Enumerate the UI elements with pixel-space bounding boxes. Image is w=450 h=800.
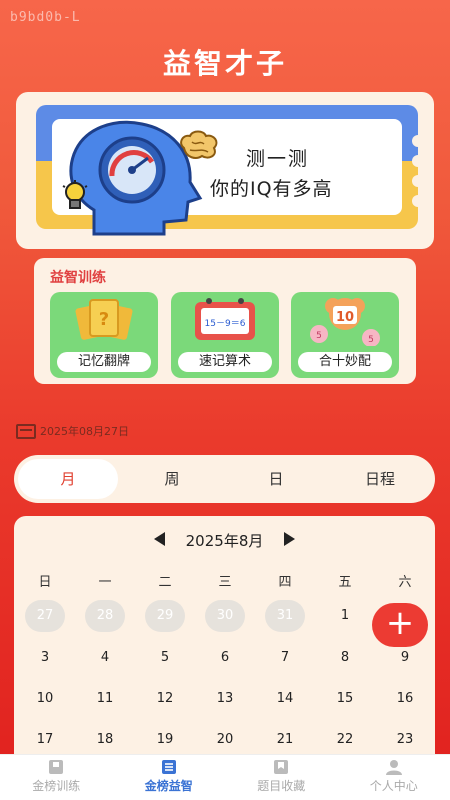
nav-item-favorites[interactable]: 题目收藏 bbox=[225, 755, 338, 800]
calendar-day-prev-month[interactable]: 29 bbox=[145, 600, 185, 632]
calendar-day[interactable]: 15 bbox=[326, 683, 364, 715]
cards-icon: ? bbox=[50, 296, 158, 346]
tab-week[interactable]: 周 bbox=[122, 459, 222, 499]
iq-test-card[interactable]: 测一测 你的IQ有多高 bbox=[16, 92, 434, 249]
game-memory-flip[interactable]: ? 记忆翻牌 bbox=[50, 292, 158, 378]
sum-part-b: 5 bbox=[368, 335, 374, 345]
weekday-label: 五 bbox=[338, 575, 352, 590]
tab-day[interactable]: 日 bbox=[226, 459, 326, 499]
today-date-row: 2025年08月27日 bbox=[16, 423, 129, 439]
calendar-day[interactable]: 16 bbox=[386, 683, 424, 715]
game-sum-ten[interactable]: 10 5 5 合十妙配 bbox=[291, 292, 399, 378]
weekday-header: 日 一 二 三 四 五 六 bbox=[14, 571, 435, 591]
sum-ten-number: 10 bbox=[336, 310, 354, 325]
calendar-day-prev-month[interactable]: 30 bbox=[205, 600, 245, 632]
sum-part-a: 5 bbox=[316, 331, 322, 341]
iq-subtitle: 你的IQ有多高 bbox=[210, 178, 333, 200]
nav-label: 题目收藏 bbox=[257, 779, 306, 793]
calendar-day[interactable]: 21 bbox=[266, 724, 304, 756]
game-label: 记忆翻牌 bbox=[57, 352, 151, 372]
calendar-day[interactable]: 5 bbox=[146, 642, 184, 674]
calendar-view-tabs: 月 周 日 日程 bbox=[14, 455, 435, 503]
weekday-label: 六 bbox=[398, 575, 412, 590]
watermark-text: b9bd0b-L bbox=[10, 10, 81, 25]
calendar-day[interactable]: 14 bbox=[266, 683, 304, 715]
app-title: 益智才子 bbox=[162, 47, 287, 80]
calendar-day[interactable]: 8 bbox=[326, 642, 364, 674]
nav-item-gold-training[interactable]: 金榜训练 bbox=[0, 755, 113, 800]
bookmark-icon bbox=[274, 760, 289, 774]
calendar-day[interactable]: 20 bbox=[206, 724, 244, 756]
lightbulb-icon bbox=[62, 180, 88, 209]
game-label: 合十妙配 bbox=[298, 352, 392, 372]
calendar-day[interactable]: 19 bbox=[146, 724, 184, 756]
calendar-day[interactable]: 22 bbox=[326, 724, 364, 756]
month-label: 2025年8月 bbox=[185, 532, 264, 550]
calendar-day[interactable]: 1 bbox=[326, 600, 364, 632]
calendar-day-prev-month[interactable]: 28 bbox=[85, 600, 125, 632]
ticket-notch bbox=[412, 195, 418, 207]
nav-item-gold-puzzle[interactable]: 金榜益智 bbox=[113, 755, 226, 800]
weekday-label: 日 bbox=[38, 575, 52, 590]
calendar-day[interactable]: 12 bbox=[146, 683, 184, 715]
add-event-button[interactable]: + bbox=[372, 603, 428, 647]
weekday-label: 三 bbox=[218, 575, 232, 590]
training-card: 益智训练 ? 记忆翻牌 15－9＝6 速记算术 10 5 5 合十妙配 bbox=[34, 258, 416, 384]
calculator-board-icon: 15－9＝6 bbox=[171, 296, 279, 348]
cards-question-mark: ? bbox=[99, 309, 109, 330]
user-icon bbox=[385, 760, 402, 775]
iq-title: 测一测 bbox=[246, 148, 310, 170]
nav-label: 个人中心 bbox=[369, 779, 418, 793]
nav-label: 金榜益智 bbox=[144, 779, 193, 793]
weekday-label: 二 bbox=[158, 575, 172, 590]
calendar-day-prev-month[interactable]: 27 bbox=[25, 600, 65, 632]
calendar-day[interactable]: 7 bbox=[266, 642, 304, 674]
calendar-day-prev-month[interactable]: 31 bbox=[265, 600, 305, 632]
nav-label: 金榜训练 bbox=[32, 779, 81, 793]
calendar-day[interactable]: 3 bbox=[26, 642, 64, 674]
brain-icon bbox=[180, 130, 218, 159]
game-quick-math[interactable]: 15－9＝6 速记算术 bbox=[171, 292, 279, 378]
calendar-day[interactable]: 18 bbox=[86, 724, 124, 756]
calendar-day[interactable]: 6 bbox=[206, 642, 244, 674]
ticket-notch bbox=[412, 155, 418, 167]
calendar-day[interactable]: 11 bbox=[86, 683, 124, 715]
next-month-arrow-icon[interactable] bbox=[284, 532, 295, 546]
weekday-label: 一 bbox=[98, 575, 112, 590]
training-title: 益智训练 bbox=[50, 270, 106, 286]
tab-month[interactable]: 月 bbox=[18, 459, 118, 499]
book-icon bbox=[49, 760, 64, 774]
tab-schedule[interactable]: 日程 bbox=[330, 459, 430, 499]
math-equation: 15－9＝6 bbox=[205, 319, 246, 329]
nav-item-profile[interactable]: 个人中心 bbox=[338, 755, 450, 800]
calendar-day[interactable]: 17 bbox=[26, 724, 64, 756]
ticket-notch bbox=[412, 135, 418, 147]
game-label: 速记算术 bbox=[178, 352, 272, 372]
calendar-day[interactable]: 23 bbox=[386, 724, 424, 756]
ticket-notch bbox=[412, 175, 418, 187]
calendar-day[interactable]: 13 bbox=[206, 683, 244, 715]
weekday-label: 四 bbox=[278, 575, 292, 590]
calendar-day[interactable]: 10 bbox=[26, 683, 64, 715]
bottom-nav: 金榜训练 金榜益智 题目收藏 个人中心 bbox=[0, 754, 450, 800]
month-calendar: 2025年8月 日 一 二 三 四 五 六 272829303112345678… bbox=[14, 516, 435, 776]
calendar-icon bbox=[16, 423, 36, 439]
list-icon bbox=[161, 760, 176, 774]
calendar-day[interactable]: 4 bbox=[86, 642, 124, 674]
flower-ten-icon: 10 5 5 bbox=[291, 296, 399, 350]
today-date: 2025年08月27日 bbox=[40, 425, 129, 438]
